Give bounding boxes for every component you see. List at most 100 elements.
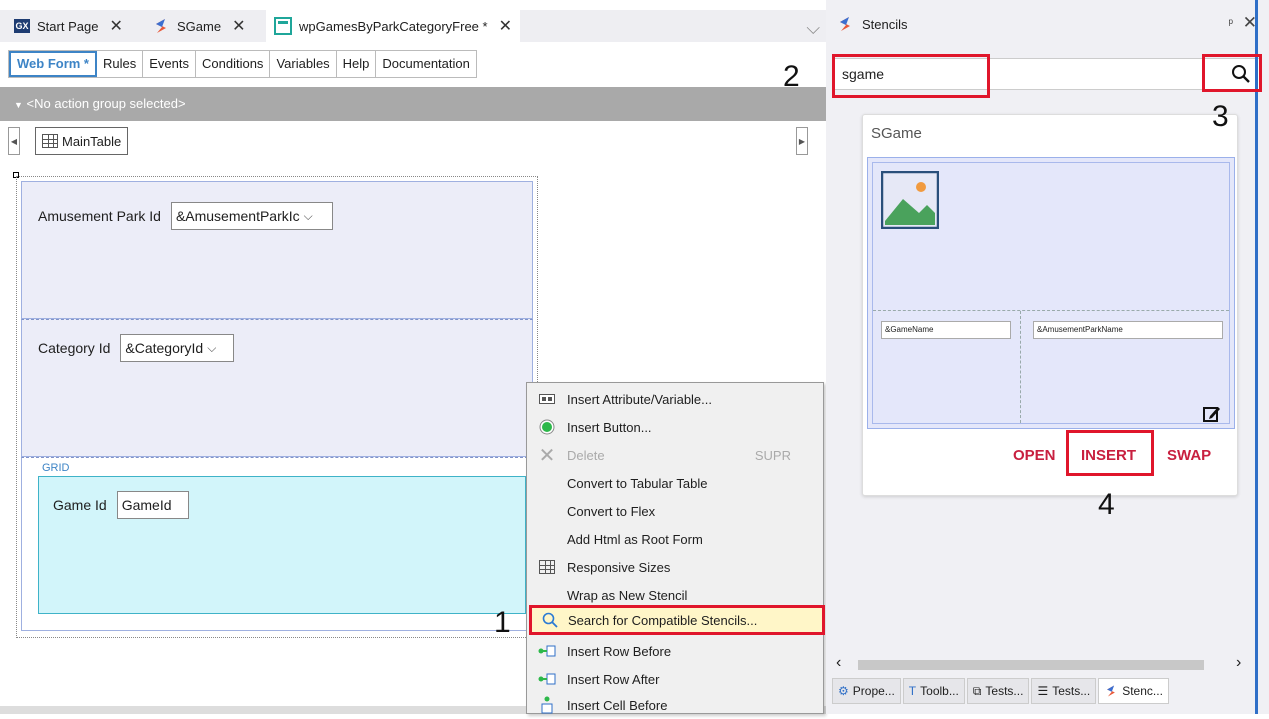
panel-title: Stencils [862,16,908,32]
tab-toolbox[interactable]: T Toolb... [902,678,965,704]
tab-label: wpGamesByParkCategoryFree * [299,18,488,34]
chevron-down-icon: ⌵ [207,340,217,355]
menu-item-label: Delete [567,447,605,463]
grid-control[interactable]: Game Id GameId [38,476,526,614]
gx-icon: GX [14,19,30,33]
scrollbar-thumb[interactable] [858,660,1204,670]
scroll-left-icon[interactable]: ‹ [836,654,841,672]
image-placeholder-icon [881,171,939,229]
field-row-game: Game Id GameId [53,491,189,519]
breadcrumb-maintable[interactable]: MainTable [35,127,129,155]
preview-field-parkname: &AmusementParkName [1033,321,1223,339]
menu-item-label: Add Html as Root Form [567,531,703,547]
menu-item-delete: ✕ Delete SUPR [527,441,823,469]
field-row-category: Category Id &CategoryId ⌵ [38,334,235,362]
tab-label: Prope... [852,684,895,698]
tab-events[interactable]: Events [143,51,196,77]
edit-icon[interactable] [1203,405,1221,423]
menu-item-insert-row-before[interactable]: Insert Row Before [527,637,823,665]
tab-properties[interactable]: ⚙ Prope... [832,678,901,704]
game-id-field[interactable]: GameId [116,491,189,519]
window-border [1255,0,1258,714]
tab-web-form[interactable]: Web Form * [9,51,97,77]
grid-icon [527,560,567,574]
preview-table: &GameName &AmusementParkName [872,162,1230,424]
table-cell-category[interactable]: Category Id &CategoryId ⌵ [21,319,533,457]
stencil-icon [840,17,850,31]
stencil-icon [1107,685,1116,697]
stencil-icon [156,19,166,33]
menu-item-search-stencils[interactable]: Search for Compatible Stencils... [529,605,825,635]
breadcrumb: ◀ MainTable ▶ [0,127,826,157]
close-icon[interactable]: ✕ [109,16,122,36]
tests-icon: ⧉ [972,683,982,698]
context-menu: Insert Attribute/Variable... Insert Butt… [526,382,825,714]
panel-header: Stencils [826,10,1259,38]
chevron-down-icon: ⌵ [303,208,313,223]
tab-tests-2[interactable]: ☰ Tests... [1031,678,1097,704]
menu-item-insert-attribute[interactable]: Insert Attribute/Variable... [527,385,823,413]
menu-item-label: Insert Row After [567,671,660,687]
annotation-number-1: 1 [494,606,511,639]
document-tab-bar: GX Start Page ✕ SGame ✕ wpGamesByParkCat… [0,10,826,42]
tab-help[interactable]: Help [337,51,377,77]
card-actions: OPEN INSERT SWAP [863,447,1239,477]
menu-item-label: Responsive Sizes [567,559,671,575]
insert-row-icon [527,672,567,686]
close-icon[interactable]: ✕ [499,16,512,36]
attribute-icon [527,394,567,404]
insert-row-icon [527,644,567,658]
table-cell-park[interactable]: Amusement Park Id &AmusementParkIc ⌵ [21,181,533,319]
horizontal-scrollbar[interactable]: ‹ › [836,654,1246,674]
chevron-down-icon[interactable]: ⌵ [806,18,820,39]
field-row-park: Amusement Park Id &AmusementParkIc ⌵ [38,202,333,230]
annotation-number-4: 4 [1098,488,1115,521]
menu-item-add-html-root[interactable]: Add Html as Root Form [527,525,823,553]
tab-label: Tests... [985,684,1024,698]
close-icon[interactable]: ✕ [232,16,245,36]
search-icon [532,612,568,628]
tab-label: Stenc... [1122,684,1163,698]
open-button[interactable]: OPEN [1013,447,1056,464]
preview-left-cell: &GameName [873,311,1021,423]
tab-rules[interactable]: Rules [97,51,144,77]
amusement-park-id-combo[interactable]: &AmusementParkIc ⌵ [170,202,333,230]
menu-item-label: Convert to Flex [567,503,656,519]
tab-wpgamesbyparkcategoryfree[interactable]: wpGamesByParkCategoryFree * ✕ [266,10,520,42]
stencils-panel: Stencils ᵖ ✕ sgame SGame &GameName &Amus… [826,0,1269,714]
stencil-card[interactable]: SGame &GameName &AmusementParkName OPEN … [862,114,1238,496]
menu-item-insert-row-after[interactable]: Insert Row After [527,665,823,693]
scroll-right-icon[interactable]: › [1236,654,1241,672]
menu-item-insert-button[interactable]: Insert Button... [527,413,823,441]
tab-variables[interactable]: Variables [270,51,337,77]
menu-item-convert-flex[interactable]: Convert to Flex [527,497,823,525]
tab-label: Start Page [37,18,99,34]
menu-item-label: Search for Compatible Stencils... [568,612,758,628]
menu-item-label: Convert to Tabular Table [567,475,708,491]
menu-item-insert-cell-before[interactable]: Insert Cell Before [527,691,823,719]
swap-button[interactable]: SWAP [1167,447,1211,464]
annotation-box-insert [1066,430,1154,476]
tab-tests-1[interactable]: ⧉ Tests... [966,678,1030,704]
tab-start-page[interactable]: GX Start Page ✕ [6,10,131,42]
nav-left-icon[interactable]: ◀ [8,127,20,155]
field-value: GameId [121,497,172,513]
category-id-combo[interactable]: &CategoryId ⌵ [120,334,235,362]
tab-stencils[interactable]: Stenc... [1098,678,1169,704]
toolbox-icon: T [908,684,917,698]
menu-item-convert-tabular[interactable]: Convert to Tabular Table [527,469,823,497]
tab-documentation[interactable]: Documentation [376,51,475,77]
tab-label: Tests... [1052,684,1091,698]
pin-icon[interactable]: ᵖ [1228,16,1233,30]
tab-sgame[interactable]: SGame ✕ [144,10,253,42]
menu-item-label: Wrap as New Stencil [567,587,688,603]
menu-item-responsive-sizes[interactable]: Responsive Sizes [527,553,823,581]
table-cell-grid[interactable]: GRID Game Id GameId [21,457,533,631]
annotation-number-2: 2 [783,60,800,93]
action-group-bar[interactable]: ▼ <No action group selected> [0,87,826,121]
tab-conditions[interactable]: Conditions [196,51,271,77]
main-table[interactable]: Amusement Park Id &AmusementParkIc ⌵ Cat… [16,176,538,638]
shortcut-label: SUPR [754,447,791,463]
nav-right-icon[interactable]: ▶ [796,127,808,155]
breadcrumb-label: MainTable [62,133,122,149]
